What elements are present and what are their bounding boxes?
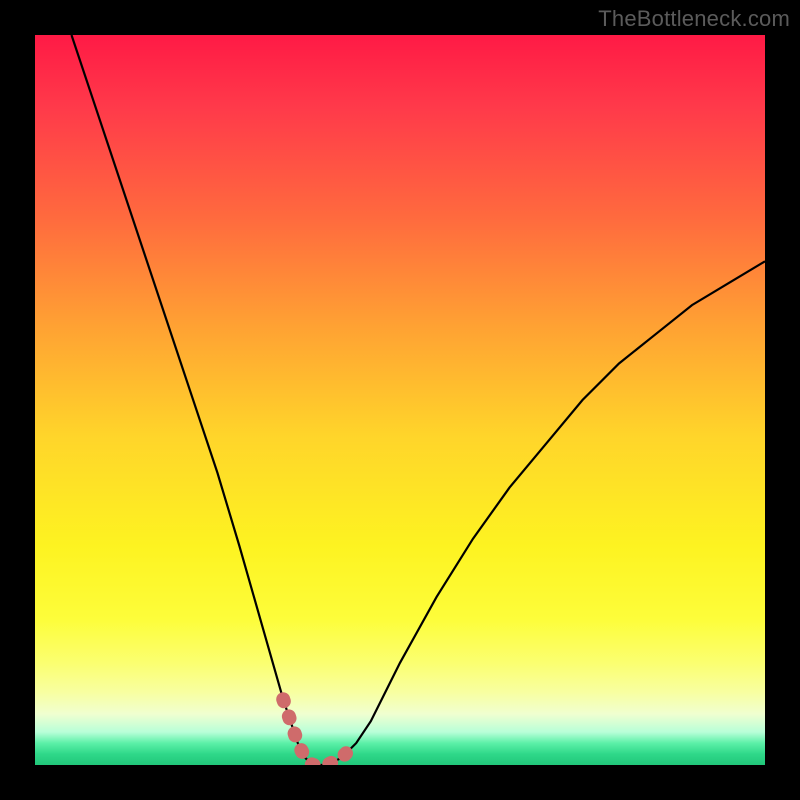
chart-svg bbox=[35, 35, 765, 765]
bottleneck-curve bbox=[72, 35, 766, 765]
highlight-path bbox=[283, 699, 356, 765]
watermark-text: TheBottleneck.com bbox=[598, 6, 790, 32]
chart-plot-area bbox=[35, 35, 765, 765]
chart-frame: TheBottleneck.com bbox=[0, 0, 800, 800]
valley-highlight bbox=[283, 699, 356, 765]
curve-path bbox=[72, 35, 766, 765]
